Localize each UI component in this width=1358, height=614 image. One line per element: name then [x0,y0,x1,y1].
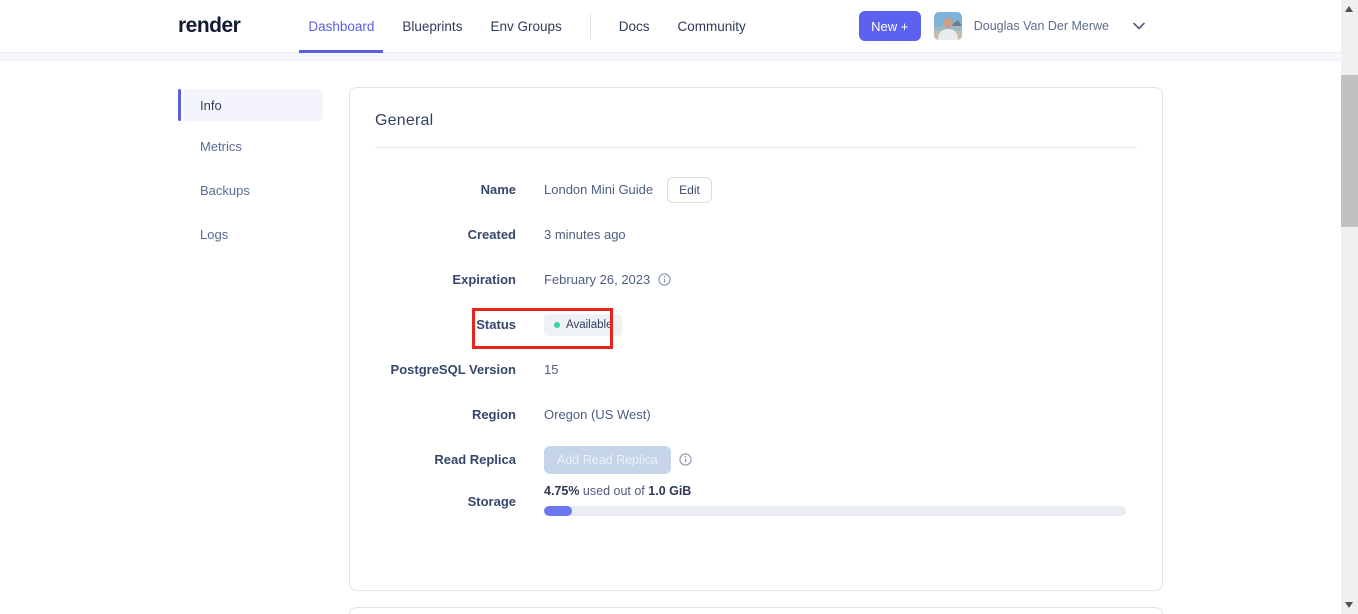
section-divider [375,147,1137,148]
row-postgres-version-label: PostgreSQL Version [390,362,516,377]
top-nav-bar: render Dashboard Blueprints Env Groups D… [0,0,1358,53]
primary-nav: Dashboard Blueprints Env Groups Docs Com… [294,0,760,53]
row-expiration-label: Expiration [452,272,516,287]
subheader-band [0,53,1358,61]
nav-item-env-groups[interactable]: Env Groups [476,0,575,52]
info-rows: Name London Mini Guide Edit Created 3 mi… [375,167,1137,534]
row-name: Name London Mini Guide Edit [375,167,1137,212]
render-logo[interactable]: render [178,14,241,38]
chevron-down-icon[interactable] [1133,22,1145,30]
row-status: Status Available [375,302,1137,347]
storage-middle-text: used out of [579,484,649,498]
row-created: Created 3 minutes ago [375,212,1137,257]
row-region-label: Region [471,407,516,422]
nav-item-docs[interactable]: Docs [605,0,664,52]
nav-item-blueprints[interactable]: Blueprints [388,0,476,52]
scrollbar-up-arrow-icon[interactable] [1345,6,1353,12]
status-dot-icon [554,321,560,328]
general-card: General Name London Mini Guide Edit Crea… [349,87,1163,591]
nav-divider [589,13,591,39]
row-name-value: London Mini Guide [544,182,654,197]
row-region-value: Oregon (US West) [544,407,651,422]
header-right-group: New + Douglas Van Der Merwe [858,11,1145,41]
sidebar-item-logs[interactable]: Logs [183,215,323,253]
row-created-label: Created [467,227,516,242]
row-read-replica: Read Replica Add Read Replica [375,437,1137,482]
expiration-info-icon[interactable] [658,273,671,286]
row-expiration-value: February 26, 2023 [544,272,651,287]
status-badge-text: Available [566,318,613,331]
storage-progress-fill [544,506,572,516]
storage-total: 1.0 GiB [648,484,692,498]
row-storage-label: Storage [467,494,516,509]
scrollbar-thumb[interactable] [1341,75,1358,227]
nav-item-dashboard[interactable]: Dashboard [294,0,388,53]
row-created-value: 3 minutes ago [544,227,626,242]
row-postgres-version: PostgreSQL Version 15 [375,347,1137,392]
status-badge: Available [544,313,623,336]
row-postgres-version-value: 15 [544,362,559,377]
row-status-label: Status [476,317,516,332]
new-button[interactable]: New + [858,11,921,41]
render-dashboard-page: render Dashboard Blueprints Env Groups D… [0,0,1358,614]
row-expiration: Expiration February 26, 2023 [375,257,1137,302]
storage-percent: 4.75% [544,484,580,498]
storage-progress-track [544,506,1126,516]
storage-usage-text: 4.75% used out of 1.0 GiB [544,484,1126,498]
active-item-accent-bar [178,89,181,121]
row-name-label: Name [480,182,516,197]
user-avatar[interactable] [933,12,962,40]
scrollbar-down-arrow-icon[interactable] [1345,602,1353,608]
row-read-replica-label: Read Replica [434,452,516,467]
section-title: General [375,112,434,129]
sidebar-item-metrics[interactable]: Metrics [183,127,323,165]
add-read-replica-button[interactable]: Add Read Replica [544,445,671,474]
sidebar-item-backups[interactable]: Backups [183,171,323,209]
user-name: Douglas Van Der Merwe [973,19,1109,33]
sidebar: Info Metrics Backups Logs [178,89,328,259]
next-card-partial [349,607,1163,614]
read-replica-info-icon[interactable] [679,453,692,466]
edit-name-button[interactable]: Edit [667,176,712,203]
row-storage: Storage 4.75% used out of 1.0 GiB [375,482,1137,534]
row-region: Region Oregon (US West) [375,392,1137,437]
sidebar-item-info[interactable]: Info [183,89,323,121]
nav-item-community[interactable]: Community [664,0,760,52]
vertical-scrollbar[interactable] [1341,0,1358,614]
